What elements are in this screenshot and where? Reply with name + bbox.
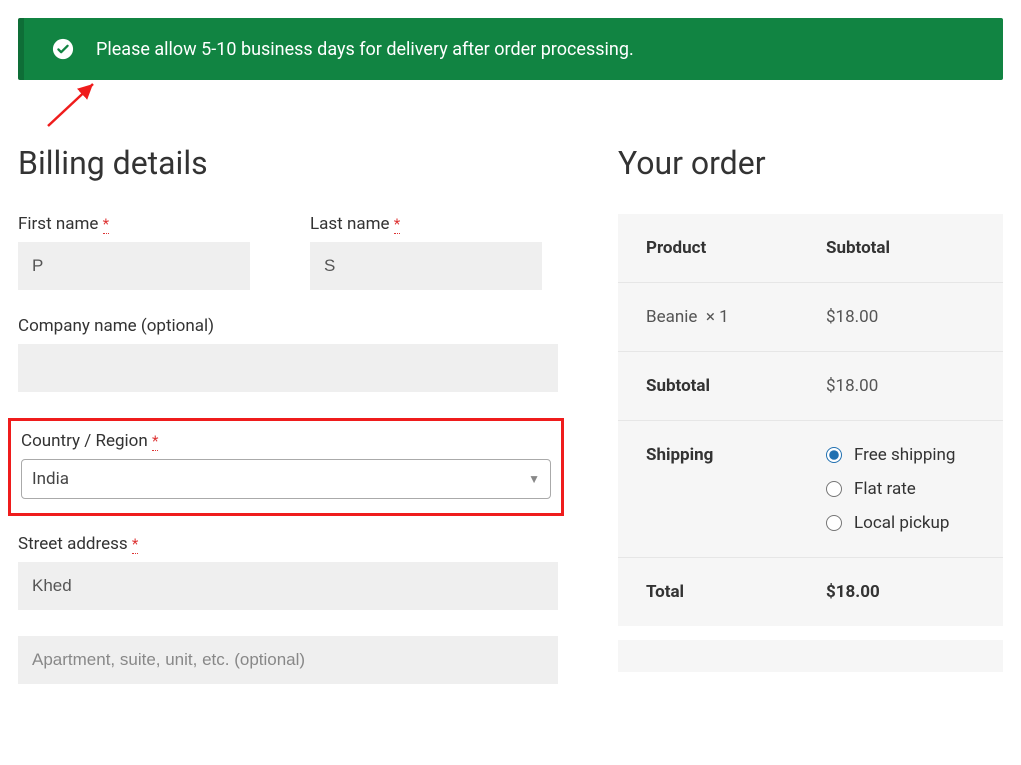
shipping-option-local[interactable]: Local pickup	[826, 513, 975, 533]
country-label: Country / Region *	[21, 431, 551, 451]
payment-section-peek	[618, 640, 1003, 672]
order-item-row: Beanie × 1 $18.00	[618, 283, 1003, 352]
street-label: Street address *	[18, 534, 558, 554]
shipping-option-flat[interactable]: Flat rate	[826, 479, 975, 499]
order-header-row: Product Subtotal	[618, 214, 1003, 283]
order-heading: Your order	[618, 144, 1003, 182]
country-highlight: Country / Region * India ▼	[8, 418, 564, 516]
billing-heading: Billing details	[18, 144, 558, 182]
notice-text: Please allow 5-10 business days for deli…	[96, 39, 634, 60]
order-head-product: Product	[646, 238, 826, 258]
shipping-radio-flat[interactable]	[826, 481, 842, 497]
company-field[interactable]	[18, 344, 558, 392]
last-name-field[interactable]	[310, 242, 542, 290]
country-value: India	[32, 469, 69, 489]
company-label: Company name (optional)	[18, 316, 558, 336]
order-head-subtotal: Subtotal	[826, 238, 975, 258]
apartment-field[interactable]	[18, 636, 558, 684]
chevron-down-icon: ▼	[528, 472, 540, 486]
order-subtotal-row: Subtotal $18.00	[618, 352, 1003, 421]
order-section: Your order Product Subtotal Beanie × 1 $…	[618, 144, 1003, 710]
check-circle-icon	[52, 38, 74, 60]
shipping-option-free[interactable]: Free shipping	[826, 445, 975, 465]
first-name-label: First name *	[18, 214, 266, 234]
country-select[interactable]: India ▼	[21, 459, 551, 499]
last-name-label: Last name *	[310, 214, 558, 234]
annotation-arrow	[18, 80, 1003, 140]
street-field[interactable]	[18, 562, 558, 610]
notice-banner: Please allow 5-10 business days for deli…	[18, 18, 1003, 80]
first-name-field[interactable]	[18, 242, 250, 290]
shipping-radio-local[interactable]	[826, 515, 842, 531]
shipping-radio-free[interactable]	[826, 447, 842, 463]
order-shipping-row: Shipping Free shipping Flat rate Local p…	[618, 421, 1003, 558]
order-total-row: Total $18.00	[618, 558, 1003, 626]
billing-section: Billing details First name * Last name *…	[18, 144, 558, 710]
